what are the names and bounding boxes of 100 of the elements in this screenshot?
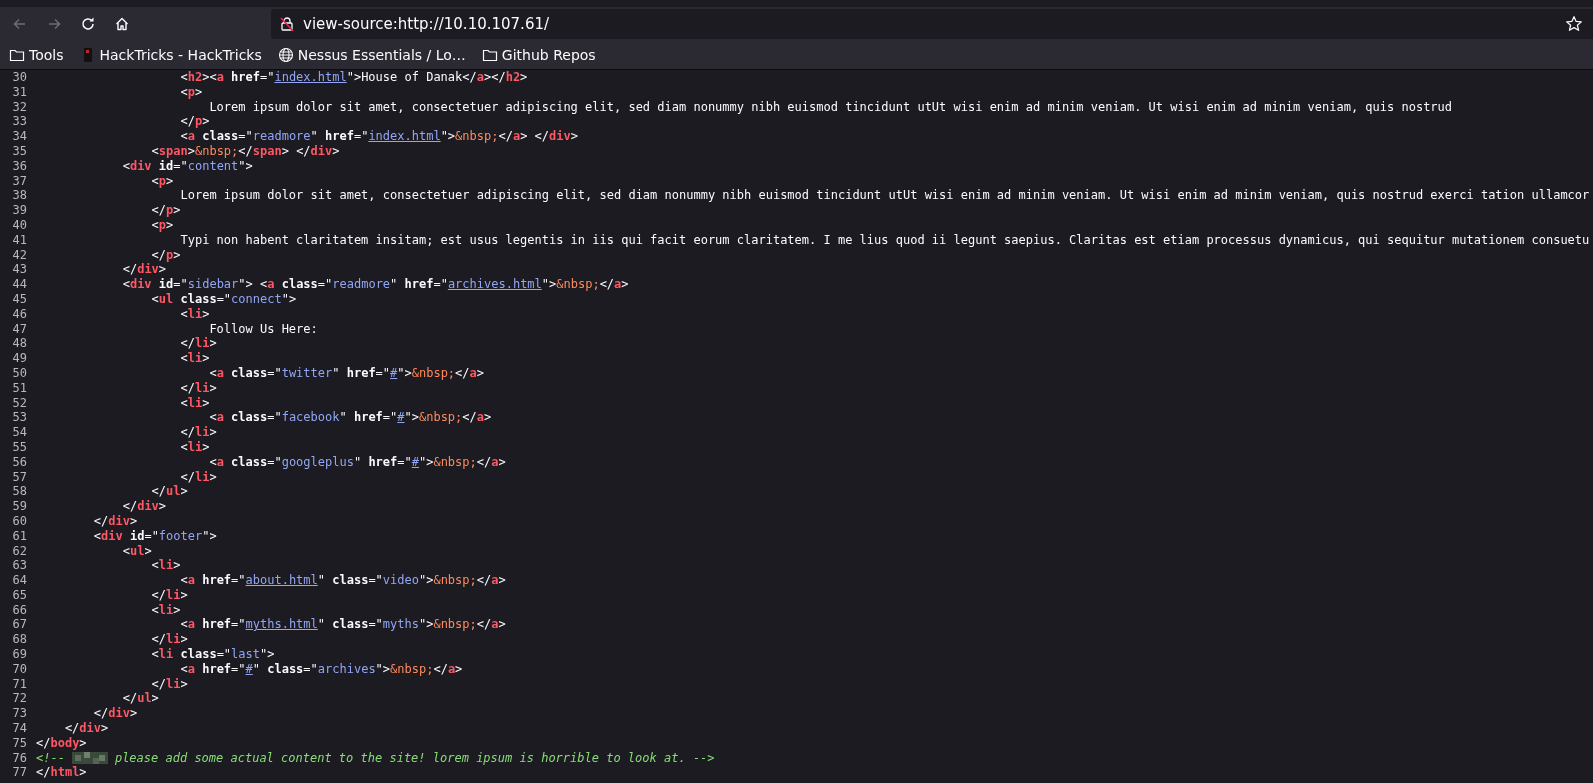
bookmark[interactable]: Github Repos <box>477 44 600 65</box>
line-number: 44 <box>11 277 27 292</box>
code-line: <div id="footer"> <box>92 528 217 544</box>
code-line: </div> <box>63 721 109 736</box>
line-number: 57 <box>11 469 27 485</box>
code-line: </html> <box>36 765 87 781</box>
redaction-blur <box>71 751 108 764</box>
code-line: <ul> <box>121 543 152 559</box>
address-bar[interactable]: view-source:http://10.10.107.61/ <box>271 8 1593 39</box>
line-number: 35 <box>11 144 27 159</box>
line-number: 52 <box>11 395 27 411</box>
line-number: 70 <box>11 661 27 677</box>
line-number: 62 <box>11 543 27 559</box>
link[interactable]: about.html <box>245 573 318 588</box>
code-line: <span>&nbsp;</span> </div> <box>150 144 340 159</box>
line-number: 49 <box>11 351 27 366</box>
line-number: 61 <box>11 528 27 544</box>
line-number: 39 <box>11 203 27 218</box>
link[interactable]: archives.html <box>447 277 542 292</box>
link[interactable]: # <box>245 661 253 676</box>
line-number: 33 <box>11 114 27 130</box>
code-line: Lorem ipsum dolor sit amet, consectetuer adipiscing elit, sed diam nonummy nibh euismod tincidunt utUt wisi enim ad minim veniam. Ut wisi enim ad minim veniam, quis nostrud exerci tation ullamcor <box>179 188 1590 204</box>
code-line: <p> <box>150 217 174 233</box>
link[interactable]: myths.html <box>245 617 318 632</box>
line-number: 76 <box>11 750 27 766</box>
home-icon <box>114 15 130 32</box>
link[interactable]: # <box>390 365 398 380</box>
code-line: <a class="readmore" href="index.html">&nbsp;</a> </div> <box>179 129 578 144</box>
line-number: 73 <box>11 706 27 722</box>
line-number: 34 <box>11 129 27 144</box>
insecure-lock-icon <box>279 15 295 32</box>
code-line: Follow Us Here: <box>209 321 318 337</box>
link[interactable]: index.html <box>368 129 441 144</box>
line-number: 71 <box>11 676 27 692</box>
line-number: 72 <box>11 691 27 707</box>
code-line: </li> <box>150 632 188 648</box>
code-line: </ul> <box>150 484 188 500</box>
code-line: <ul class="connect"> <box>150 291 297 307</box>
code-line: <li> <box>179 439 210 455</box>
line-number: 50 <box>11 365 27 381</box>
code-line: <li> <box>150 602 181 618</box>
star-icon[interactable] <box>1565 14 1583 33</box>
code-line: <li> <box>179 395 210 411</box>
link[interactable]: # <box>397 410 405 425</box>
code-line: </ul> <box>121 691 159 707</box>
line-number: 67 <box>11 617 27 633</box>
code-line: </p> <box>150 203 181 218</box>
line-number: 64 <box>11 573 27 588</box>
code-line: Lorem ipsum dolor sit amet, consectetuer adipiscing elit, sed diam nonummy nibh euismod tincidunt utUt wisi enim ad minim veniam. Ut wisi enim ad minim veniam, quis nostrud <box>208 99 1453 115</box>
code-line: </li> <box>150 587 188 603</box>
code-line: <a href="myths.html" class="myths">&nbsp;</a> <box>180 617 506 633</box>
code-line: <p> <box>150 173 174 189</box>
line-number: 31 <box>11 84 27 100</box>
line-number: 66 <box>11 602 27 618</box>
line-number: 68 <box>11 632 27 648</box>
line-number: 41 <box>11 232 27 248</box>
line-number: 48 <box>11 336 27 352</box>
code-line: <a href="about.html" class="video">&nbsp;</a> <box>180 573 506 588</box>
bookmark[interactable]: HackTricks - HackTricks <box>75 44 266 65</box>
line-number: 38 <box>11 188 27 204</box>
line-number: 37 <box>11 173 27 189</box>
bookmark[interactable]: Tools <box>5 44 68 65</box>
code-line: <a class="twitter" href="#">&nbsp;</a> <box>208 365 485 381</box>
line-number: 45 <box>11 291 27 307</box>
code-line: </li> <box>180 469 217 485</box>
line-number: 59 <box>11 499 27 514</box>
line-number: 36 <box>11 158 27 174</box>
line-number: 46 <box>11 306 27 322</box>
code-line: <li> <box>150 558 181 574</box>
line-number: 43 <box>11 262 27 278</box>
code-line: </p> <box>179 114 210 130</box>
line-number: 30 <box>11 70 27 85</box>
line-number: 40 <box>11 217 27 233</box>
code-line: </p> <box>150 247 181 263</box>
code-line: </div> <box>92 706 138 722</box>
code-line: <a class="facebook" href="#">&nbsp;</a> <box>209 410 492 426</box>
code-line: </body> <box>36 735 87 751</box>
globe-icon <box>277 46 294 63</box>
line-number: 32 <box>11 99 27 115</box>
line-number: 47 <box>11 321 27 337</box>
bookmark[interactable]: Nessus Essentials / Lo… <box>273 44 470 65</box>
code-line: <a href="#" class="archives">&nbsp;</a> <box>179 661 463 677</box>
line-number: 58 <box>11 484 27 500</box>
link[interactable]: index.html <box>274 70 347 84</box>
code-line: <div id="sidebar"> <a class="readmore" href="archives.html">&nbsp;</a> <box>121 277 629 292</box>
line-number: 55 <box>11 439 27 455</box>
code-line: <li class="last"> <box>150 647 275 662</box>
line-number: 65 <box>11 587 27 603</box>
code-line: </li> <box>179 380 217 396</box>
code-line: <h2><a href="index.html">House of Danak</a></h2> <box>179 70 528 85</box>
line-number: 54 <box>11 425 27 440</box>
code-line: Typi non habent claritatem insitam; est usus legentis in iis qui facit eorum claritatem. I me lius quod ii legunt saepius. Claritas est etiam processus dynamicus, qui sequitur mutationem consuetu <box>179 232 1590 248</box>
reload-icon <box>80 15 96 32</box>
line-number: 42 <box>11 247 27 263</box>
line-number: 60 <box>11 513 27 529</box>
code-line: </div> <box>92 513 138 529</box>
code-line: <a class="googleplus" href="#">&nbsp;</a> <box>208 454 506 470</box>
code-line: <li> <box>179 306 210 322</box>
code-line: <!-- please add some actual content to the site! lorem ipsum is horrible to look at. --> <box>36 750 715 766</box>
link[interactable]: # <box>411 454 419 469</box>
